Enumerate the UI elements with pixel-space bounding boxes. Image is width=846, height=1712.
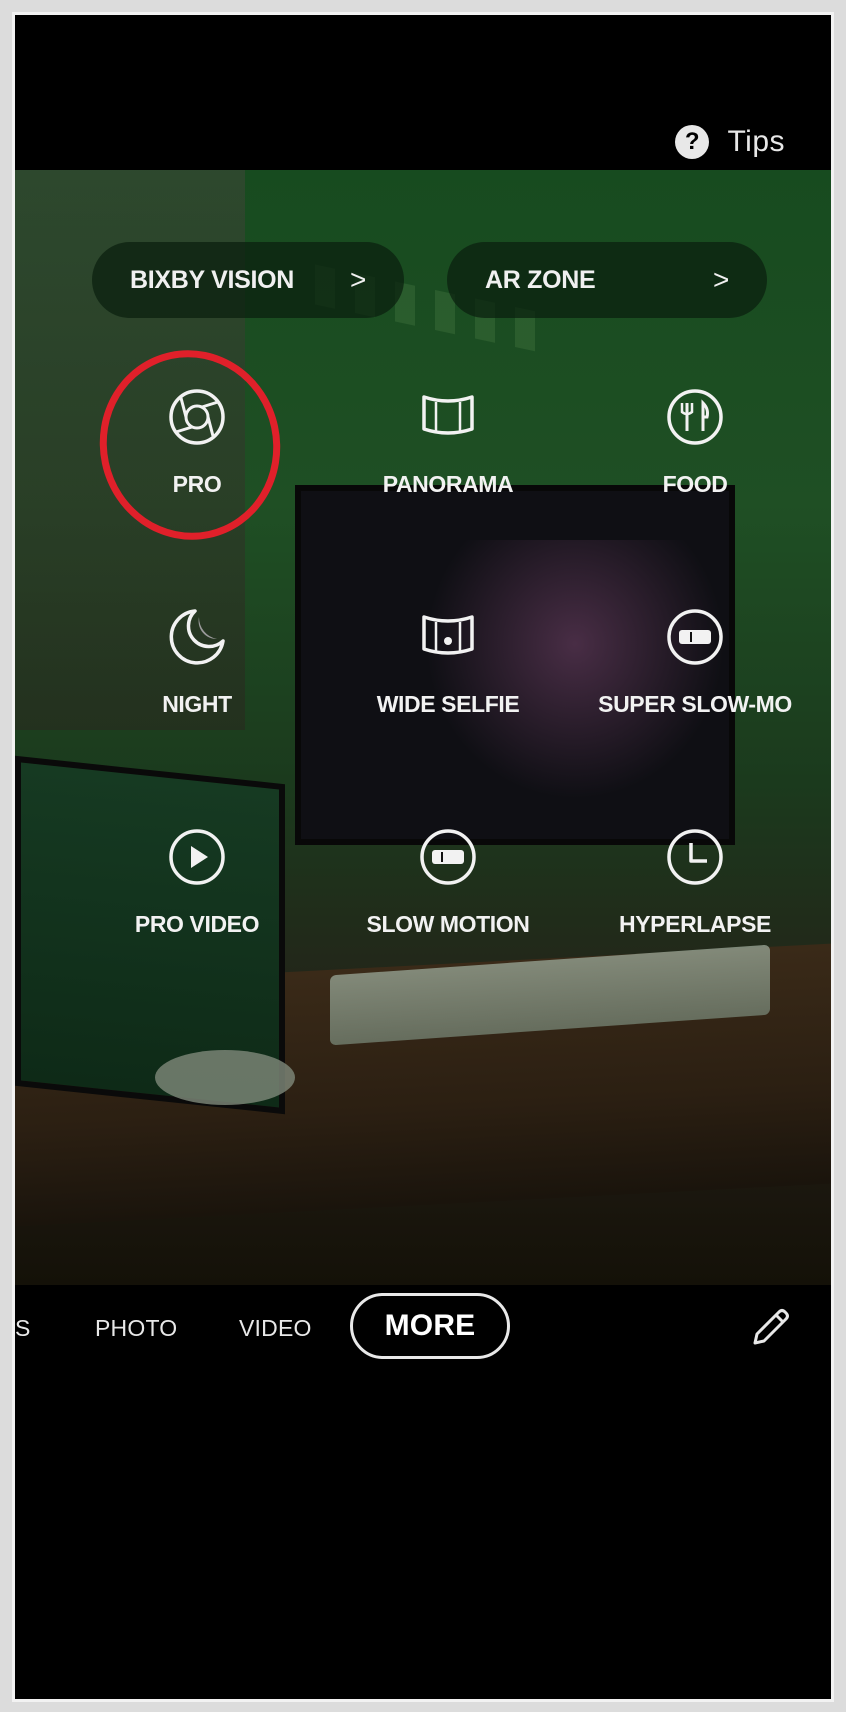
tab-more[interactable]: MORE (350, 1293, 510, 1359)
mode-label: SLOW MOTION (366, 911, 530, 937)
mode-wide-selfie[interactable]: WIDE SELFIE (328, 605, 568, 718)
mode-slow-motion[interactable]: SLOW MOTION (328, 825, 568, 938)
wide-selfie-icon (422, 615, 474, 655)
mode-food[interactable]: FOOD (575, 385, 815, 498)
top-bar: ? Tips (15, 15, 831, 170)
mode-pro-video[interactable]: PRO VIDEO (77, 825, 317, 938)
chevron-right-icon: > (349, 264, 366, 295)
super-slow-mo-icon (667, 609, 723, 665)
mode-label: HYPERLAPSE (619, 911, 771, 937)
mode-night[interactable]: NIGHT (77, 605, 317, 718)
chevron-right-icon: > (712, 264, 729, 295)
tab-photo[interactable]: PHOTO (95, 1315, 177, 1342)
bixby-vision-button[interactable]: BIXBY VISION > (92, 242, 404, 318)
tab-partial[interactable]: S (15, 1315, 31, 1342)
mode-hyperlapse[interactable]: HYPERLAPSE (575, 825, 815, 938)
tips-button[interactable]: ? Tips (675, 125, 785, 159)
mode-bar: S PHOTO VIDEO MORE (15, 1285, 831, 1699)
tips-label: Tips (727, 125, 785, 158)
mode-label: FOOD (662, 471, 728, 497)
slow-motion-icon (420, 829, 476, 885)
pencil-icon[interactable] (745, 1303, 795, 1353)
play-icon (169, 829, 225, 885)
food-icon (667, 389, 723, 445)
camera-screen: ? Tips BIXBY VISION > AR ZONE > PRO PANO… (12, 12, 834, 1702)
ar-zone-label: AR ZONE (485, 265, 596, 294)
mode-label: PRO VIDEO (134, 911, 260, 937)
mode-label: PANORAMA (382, 471, 514, 497)
mode-super-slow-mo[interactable]: SUPER SLOW-MO (575, 605, 815, 718)
mode-panorama[interactable]: PANORAMA (328, 385, 568, 498)
ar-zone-button[interactable]: AR ZONE > (447, 242, 767, 318)
mode-label: WIDE SELFIE (376, 691, 520, 717)
moon-icon (169, 609, 225, 665)
hyperlapse-icon (667, 829, 723, 885)
mode-label: SUPER SLOW-MO (598, 691, 792, 717)
background-mouse (155, 1050, 295, 1105)
mode-label: NIGHT (162, 691, 232, 717)
camera-preview: BIXBY VISION > AR ZONE > PRO PANORAMA FO… (15, 170, 831, 1285)
help-icon: ? (675, 125, 710, 159)
panorama-icon (422, 395, 474, 435)
bixby-vision-label: BIXBY VISION (130, 265, 295, 294)
tab-video[interactable]: VIDEO (239, 1315, 312, 1342)
